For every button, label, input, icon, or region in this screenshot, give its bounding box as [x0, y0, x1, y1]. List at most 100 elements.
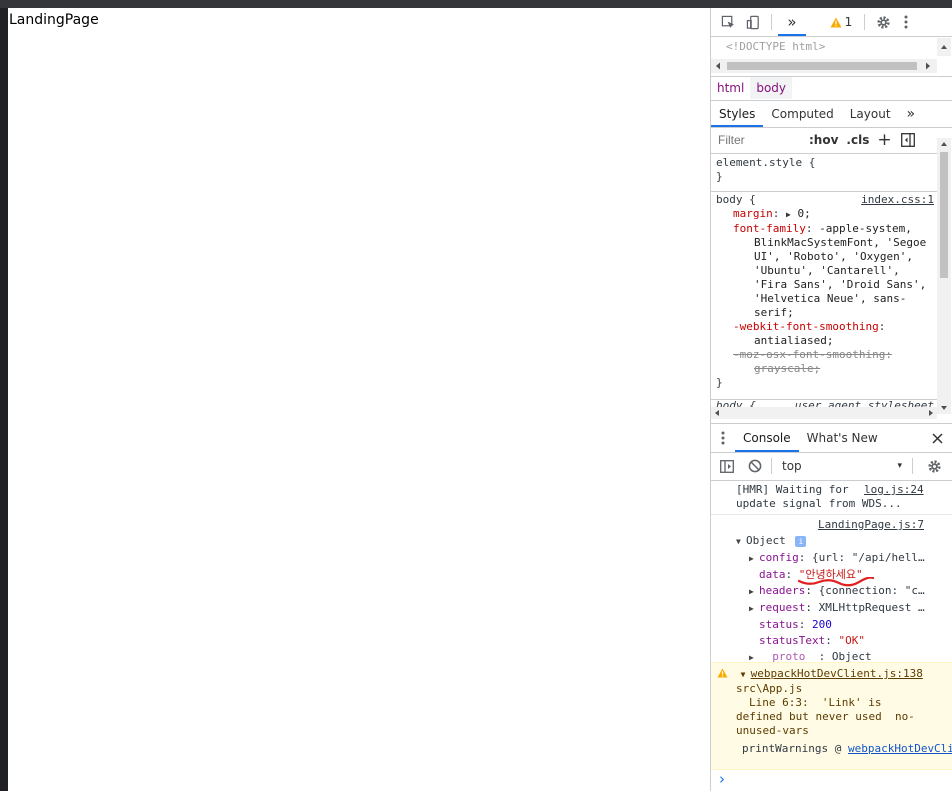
styles-scrollbar[interactable] [937, 138, 951, 414]
vertical-scrollbar[interactable] [937, 38, 951, 56]
breadcrumb: html body [711, 77, 952, 99]
object-property-config[interactable]: ▶ config: {url: "/api/hell… [711, 550, 952, 567]
property-value: "OK" [838, 634, 865, 647]
margin-value: 0; [797, 207, 811, 220]
drawer-menu-icon[interactable] [711, 424, 735, 452]
tab-computed[interactable]: Computed [763, 101, 841, 127]
warning-text: unused-vars [736, 724, 809, 737]
tab-styles[interactable]: Styles [711, 101, 764, 127]
toggle-sidebar-icon[interactable] [900, 132, 916, 148]
element-style-selector[interactable]: element.style { [716, 156, 815, 170]
hmr-message-text: update signal from WDS... [736, 497, 902, 510]
expand-triangle-icon[interactable]: ▶ [749, 551, 759, 567]
red-scribble-annotation [797, 577, 875, 587]
landingpage-js-link[interactable]: LandingPage.js:7 [818, 518, 924, 531]
object-property-request[interactable]: ▶ request: XMLHttpRequest … [711, 600, 952, 617]
index-css-link[interactable]: index.css:1 [861, 193, 934, 207]
tab-whats-new[interactable]: What's New [799, 424, 886, 452]
device-toolbar-icon[interactable] [741, 8, 765, 36]
ua-rule-selector[interactable]: body { [716, 399, 756, 407]
property-value: XMLHttpRequest … [818, 601, 925, 614]
stack-frame-link[interactable]: webpackHotDevClient.js [848, 742, 952, 755]
devtools-toolbar: » 1 [711, 8, 952, 36]
tab-more[interactable]: » [899, 101, 924, 127]
divider [711, 191, 937, 192]
more-tabs-button[interactable]: » [778, 8, 806, 36]
object-header[interactable]: ▼ Object i [711, 533, 952, 550]
body-rule-selector[interactable]: body { [716, 193, 756, 207]
body-style-rule: body { index.css:1 margin: ▶ 0; font-fam… [716, 193, 934, 390]
expand-triangle-icon[interactable]: ▶ [749, 601, 759, 617]
styles-filter-bar: :hov .cls + [711, 129, 952, 151]
object-property-data[interactable]: data: "안녕하세요" [711, 567, 952, 587]
divider [711, 480, 952, 481]
moz-font-smoothing-declaration[interactable]: -moz-osx-font-smoothing: [716, 348, 934, 362]
font-family-value-line: 'Ubuntu', 'Cantarell', [754, 264, 900, 277]
breadcrumb-html[interactable]: html [711, 77, 750, 99]
font-family-value-line: 'Fira Sans', 'Droid Sans', [754, 278, 927, 291]
scroll-up-arrow-icon [941, 45, 947, 49]
browser-top-bar [0, 0, 952, 8]
webpack-hot-dev-client-link[interactable]: webpackHotDevClient.js:138 [751, 667, 923, 680]
doctype-node[interactable]: <!DOCTYPE html> [726, 40, 825, 53]
expand-triangle-icon[interactable]: ▶ [749, 584, 759, 600]
breadcrumb-body[interactable]: body [750, 77, 793, 99]
warning-text: src\App.js [736, 682, 803, 695]
styles-filter-input[interactable] [715, 131, 801, 149]
context-selector[interactable]: top ▾ [776, 456, 906, 476]
warnings-counter[interactable]: 1 [824, 8, 858, 36]
property-key: request [759, 601, 806, 614]
show-sidebar-icon[interactable] [715, 453, 739, 479]
ua-rule-source: user agent stylesheet [794, 399, 934, 407]
tab-layout[interactable]: Layout [842, 101, 899, 127]
console-prompt[interactable]: › [711, 770, 952, 791]
body-rule-close: } [716, 376, 723, 389]
object-label: Object [746, 534, 786, 547]
scrollbar-thumb[interactable] [727, 62, 917, 70]
console-settings-gear-icon[interactable] [923, 453, 945, 479]
webkit-font-smoothing-declaration[interactable]: -webkit-font-smoothing: [716, 320, 934, 334]
property-value: {url: "/api/hell… [812, 551, 925, 564]
page-text: LandingPage [9, 12, 99, 28]
close-drawer-icon[interactable] [927, 424, 947, 452]
stack-frame-function: printWarnings @ [742, 742, 842, 755]
margin-declaration[interactable]: margin: ▶ 0; [716, 207, 934, 222]
collapse-triangle-icon[interactable]: ▼ [736, 534, 746, 550]
drawer-tabbar: Console What's New [711, 424, 952, 452]
devtools-panel: » 1 <!DOCTYPE html> html body Styles Com… [710, 8, 952, 791]
new-rule-button[interactable]: + [877, 130, 891, 150]
element-style-rule: element.style { } [716, 156, 815, 184]
settings-gear-icon[interactable] [871, 8, 895, 36]
property-key: data [759, 568, 786, 581]
horizontal-scrollbar[interactable] [711, 59, 937, 73]
cls-toggle[interactable]: .cls [846, 133, 869, 147]
toolbar-divider [912, 458, 913, 474]
collapse-triangle-icon[interactable]: ▼ [741, 668, 751, 682]
more-options-icon[interactable] [895, 8, 917, 36]
log-js-link[interactable]: log.js:24 [864, 483, 924, 497]
inspect-element-icon[interactable] [715, 8, 741, 36]
object-property-statustext[interactable]: statusText: "OK" [711, 633, 952, 649]
object-property-status[interactable]: status: 200 [711, 617, 952, 633]
console-message-hmr: [HMR] Waiting for log.js:24 update signa… [711, 483, 952, 514]
tab-console[interactable]: Console [735, 424, 799, 452]
console-toolbar: top ▾ [711, 453, 952, 479]
styles-tabbar: Styles Computed Layout » [711, 101, 952, 127]
margin-prop: margin [733, 207, 773, 220]
font-family-declaration[interactable]: font-family: -apple-system, [716, 222, 934, 236]
scroll-up-arrow-icon [941, 142, 947, 146]
webkit-font-smoothing-prop: -webkit-font-smoothing [733, 320, 879, 333]
scroll-left-arrow-icon [716, 62, 720, 70]
hov-toggle[interactable]: :hov [809, 133, 838, 147]
toolbar-divider [771, 458, 772, 474]
scroll-left-arrow-icon [715, 410, 719, 416]
warning-text: defined but never used no- [736, 710, 915, 723]
webkit-font-smoothing-value: antialiased; [754, 334, 834, 347]
clear-console-icon[interactable] [743, 453, 767, 479]
info-icon[interactable]: i [795, 535, 807, 547]
horizontal-scrollbar[interactable] [711, 407, 937, 419]
scrollbar-thumb[interactable] [940, 152, 948, 278]
expand-triangle-icon[interactable]: ▶ [786, 210, 791, 219]
font-family-value-line: -apple-system, [819, 222, 912, 235]
divider [711, 153, 937, 154]
